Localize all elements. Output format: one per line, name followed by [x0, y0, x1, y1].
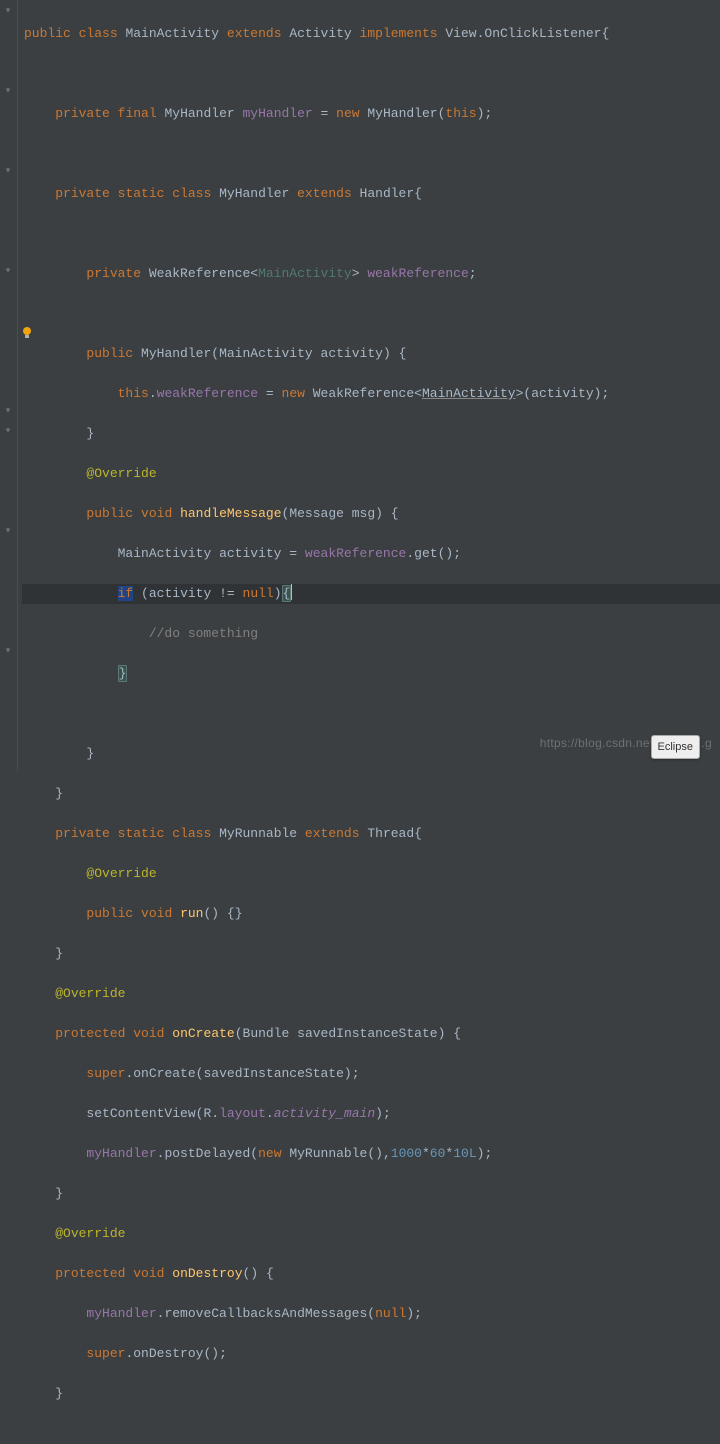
intention-bulb-icon[interactable] [20, 325, 34, 339]
fold-marker[interactable]: ▾ [3, 166, 13, 176]
code-line: this.weakReference = new WeakReference<M… [22, 384, 720, 404]
code-line: } [22, 1184, 720, 1204]
code-line: public void handleMessage(Message msg) { [22, 504, 720, 524]
code-line-current: if (activity != null){ [22, 584, 720, 604]
code-line [22, 704, 720, 724]
code-line: protected void onCreate(Bundle savedInst… [22, 1024, 720, 1044]
code-line: setContentView(R.layout.activity_main); [22, 1104, 720, 1124]
fold-marker[interactable]: ▾ [3, 406, 13, 416]
code-line [22, 224, 720, 244]
code-line: @Override [22, 984, 720, 1004]
code-line: private static class MyRunnable extends … [22, 824, 720, 844]
code-line: @Override [22, 1224, 720, 1244]
code-line: } [22, 1384, 720, 1404]
code-area[interactable]: public class MainActivity extends Activi… [18, 0, 720, 771]
code-line: public MyHandler(MainActivity activity) … [22, 344, 720, 364]
code-line: public void run() {} [22, 904, 720, 924]
code-line: } [22, 944, 720, 964]
code-line: myHandler.removeCallbacksAndMessages(nul… [22, 1304, 720, 1324]
code-line: } [22, 784, 720, 804]
code-line: @Override [22, 864, 720, 884]
code-line [22, 64, 720, 84]
code-line: MainActivity activity = weakReference.ge… [22, 544, 720, 564]
code-line: private final MyHandler myHandler = new … [22, 104, 720, 124]
code-line: public class MainActivity extends Activi… [22, 24, 720, 44]
gutter: ▾ ▾ ▾ ▾ ▾ ▾ ▾ ▾ [0, 0, 18, 771]
code-line: @Override [22, 464, 720, 484]
code-line: private WeakReference<MainActivity> weak… [22, 264, 720, 284]
code-editor[interactable]: ▾ ▾ ▾ ▾ ▾ ▾ ▾ ▾ public class MainActivit… [0, 0, 720, 771]
fold-marker[interactable]: ▾ [3, 646, 13, 656]
code-line: } [22, 424, 720, 444]
code-line: super.onDestroy(); [22, 1344, 720, 1364]
code-line: protected void onDestroy() { [22, 1264, 720, 1284]
fold-marker[interactable]: ▾ [3, 6, 13, 16]
fold-marker[interactable]: ▾ [3, 266, 13, 276]
tag-badge: Eclipse [651, 735, 700, 759]
code-line: } [22, 664, 720, 684]
code-line: myHandler.postDelayed(new MyRunnable(),1… [22, 1144, 720, 1164]
fold-marker[interactable]: ▾ [3, 426, 13, 436]
code-line [22, 304, 720, 324]
code-line [22, 144, 720, 164]
fold-marker[interactable]: ▾ [3, 526, 13, 536]
code-line: //do something [22, 624, 720, 644]
code-line: super.onCreate(savedInstanceState); [22, 1064, 720, 1084]
caret [291, 584, 292, 600]
code-line: private static class MyHandler extends H… [22, 184, 720, 204]
fold-marker[interactable]: ▾ [3, 86, 13, 96]
